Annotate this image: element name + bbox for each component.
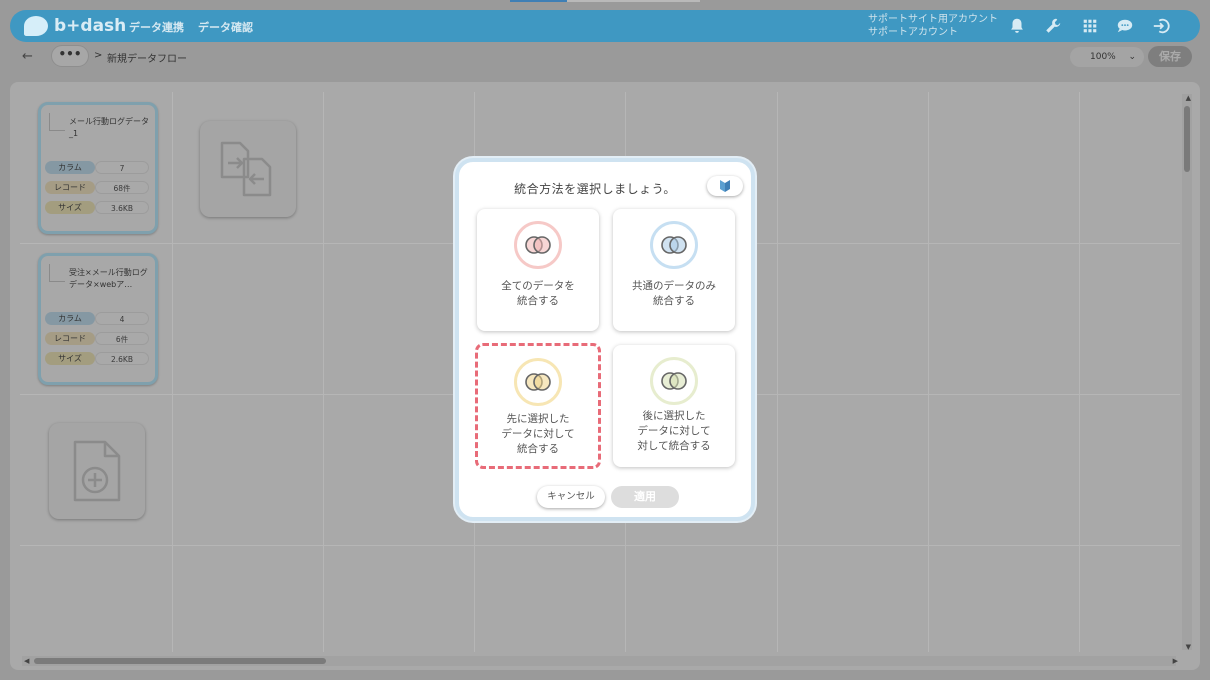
grid-line	[20, 545, 1180, 546]
stat-columns: カラム 7	[45, 161, 149, 174]
save-button[interactable]: 保存	[1148, 46, 1192, 67]
cancel-button[interactable]: キャンセル	[537, 486, 605, 508]
scrollbar-thumb[interactable]	[1184, 106, 1190, 172]
data-card[interactable]: メール行動ログデータ_1 カラム 7 レコード 68件 サイズ 3.6KB	[38, 102, 158, 234]
option-merge-common[interactable]: 共通のデータのみ 統合する	[613, 209, 735, 331]
logout-icon[interactable]	[1152, 17, 1170, 35]
account-info[interactable]: サポートサイト用アカウント サポートアカウント	[868, 13, 998, 39]
stat-value: 68件	[95, 181, 149, 194]
horizontal-scrollbar[interactable]	[22, 656, 1176, 666]
scroll-left-arrow[interactable]: ◀	[24, 657, 29, 665]
app-logo[interactable]: b+dash	[24, 15, 126, 37]
venn-icon	[514, 358, 562, 406]
merge-method-dialog: 統合方法を選択しましょう。 全てのデータを 統合する 共通のデータのみ 統合する 先…	[455, 158, 755, 521]
stat-records: レコード 68件	[45, 181, 149, 194]
stat-value: 4	[95, 312, 149, 325]
stat-value: 2.6KB	[95, 352, 149, 365]
grid-line	[1079, 92, 1080, 652]
stat-label: サイズ	[45, 201, 95, 214]
zoom-select[interactable]: 100% ⌄	[1070, 47, 1144, 67]
grid-line	[928, 92, 929, 652]
apply-button[interactable]: 適用	[611, 486, 679, 508]
stat-label: サイズ	[45, 352, 95, 365]
bell-icon[interactable]	[1008, 17, 1026, 35]
back-button[interactable]: ←	[22, 49, 33, 64]
file-corner-icon	[49, 264, 65, 282]
grid-line	[323, 92, 324, 652]
stat-size: サイズ 2.6KB	[45, 352, 149, 365]
chat-icon[interactable]	[1116, 17, 1134, 35]
beginner-mark-icon	[720, 180, 730, 192]
nav-data-check[interactable]: データ確認	[198, 19, 253, 35]
stat-label: カラム	[45, 161, 95, 174]
scrollbar-thumb[interactable]	[34, 658, 326, 664]
option-label: 先に選択した データに対して 統合する	[501, 413, 575, 455]
stat-label: カラム	[45, 312, 95, 325]
vertical-scrollbar[interactable]	[1182, 94, 1192, 650]
option-merge-left[interactable]: 先に選択した データに対して 統合する	[475, 343, 601, 469]
stat-columns: カラム 4	[45, 312, 149, 325]
help-button[interactable]	[707, 176, 743, 196]
scroll-up-arrow[interactable]: ▲	[1186, 94, 1191, 102]
grid-line	[777, 92, 778, 652]
file-corner-icon	[49, 113, 65, 131]
venn-icon	[650, 221, 698, 269]
grid-line	[172, 92, 173, 652]
account-site: サポートサイト用アカウント	[868, 14, 998, 25]
scroll-right-arrow[interactable]: ▶	[1173, 657, 1178, 665]
stat-value: 7	[95, 161, 149, 174]
stat-value: 3.6KB	[95, 201, 149, 214]
grid-icon[interactable]	[1081, 17, 1099, 35]
merge-files-icon	[220, 141, 272, 197]
wrench-icon[interactable]	[1044, 17, 1062, 35]
stat-size: サイズ 3.6KB	[45, 201, 149, 214]
stat-records: レコード 6件	[45, 332, 149, 345]
zoom-value: 100%	[1090, 52, 1116, 62]
option-label: 全てのデータを 統合する	[501, 280, 575, 307]
merge-files-tile[interactable]	[200, 121, 296, 217]
card-title: メール行動ログデータ_1	[69, 117, 149, 138]
stat-label: レコード	[45, 332, 95, 345]
venn-icon	[514, 221, 562, 269]
option-merge-all[interactable]: 全てのデータを 統合する	[477, 209, 599, 331]
stat-label: レコード	[45, 181, 95, 194]
loading-progress-fill	[510, 0, 567, 2]
option-label: 後に選択した データに対して 対して統合する	[637, 410, 711, 452]
page-title: 新規データフロー	[107, 54, 187, 65]
option-merge-right[interactable]: 後に選択した データに対して 対して統合する	[613, 345, 735, 467]
breadcrumb-separator: >	[94, 50, 103, 61]
logo-icon	[24, 16, 48, 36]
chevron-down-icon: ⌄	[1128, 52, 1136, 62]
add-file-icon	[73, 440, 121, 502]
top-header: b+dash データ連携 データ確認 サポートサイト用アカウント サポートアカウ…	[10, 10, 1200, 42]
account-name: サポートアカウント	[868, 27, 958, 38]
more-options-button[interactable]: •••	[52, 46, 88, 66]
stat-value: 6件	[95, 332, 149, 345]
scroll-down-arrow[interactable]: ▼	[1186, 643, 1191, 651]
add-data-tile[interactable]	[49, 423, 145, 519]
loading-progress	[510, 0, 700, 2]
option-label: 共通のデータのみ 統合する	[632, 280, 716, 307]
logo-text: b+dash	[54, 16, 127, 36]
data-card[interactable]: 受注×メール行動ログデータ×webア… カラム 4 レコード 6件 サイズ 2.…	[38, 253, 158, 385]
venn-icon	[650, 357, 698, 405]
card-title: 受注×メール行動ログデータ×webア…	[69, 268, 148, 289]
nav-data-integration[interactable]: データ連携	[129, 19, 184, 35]
